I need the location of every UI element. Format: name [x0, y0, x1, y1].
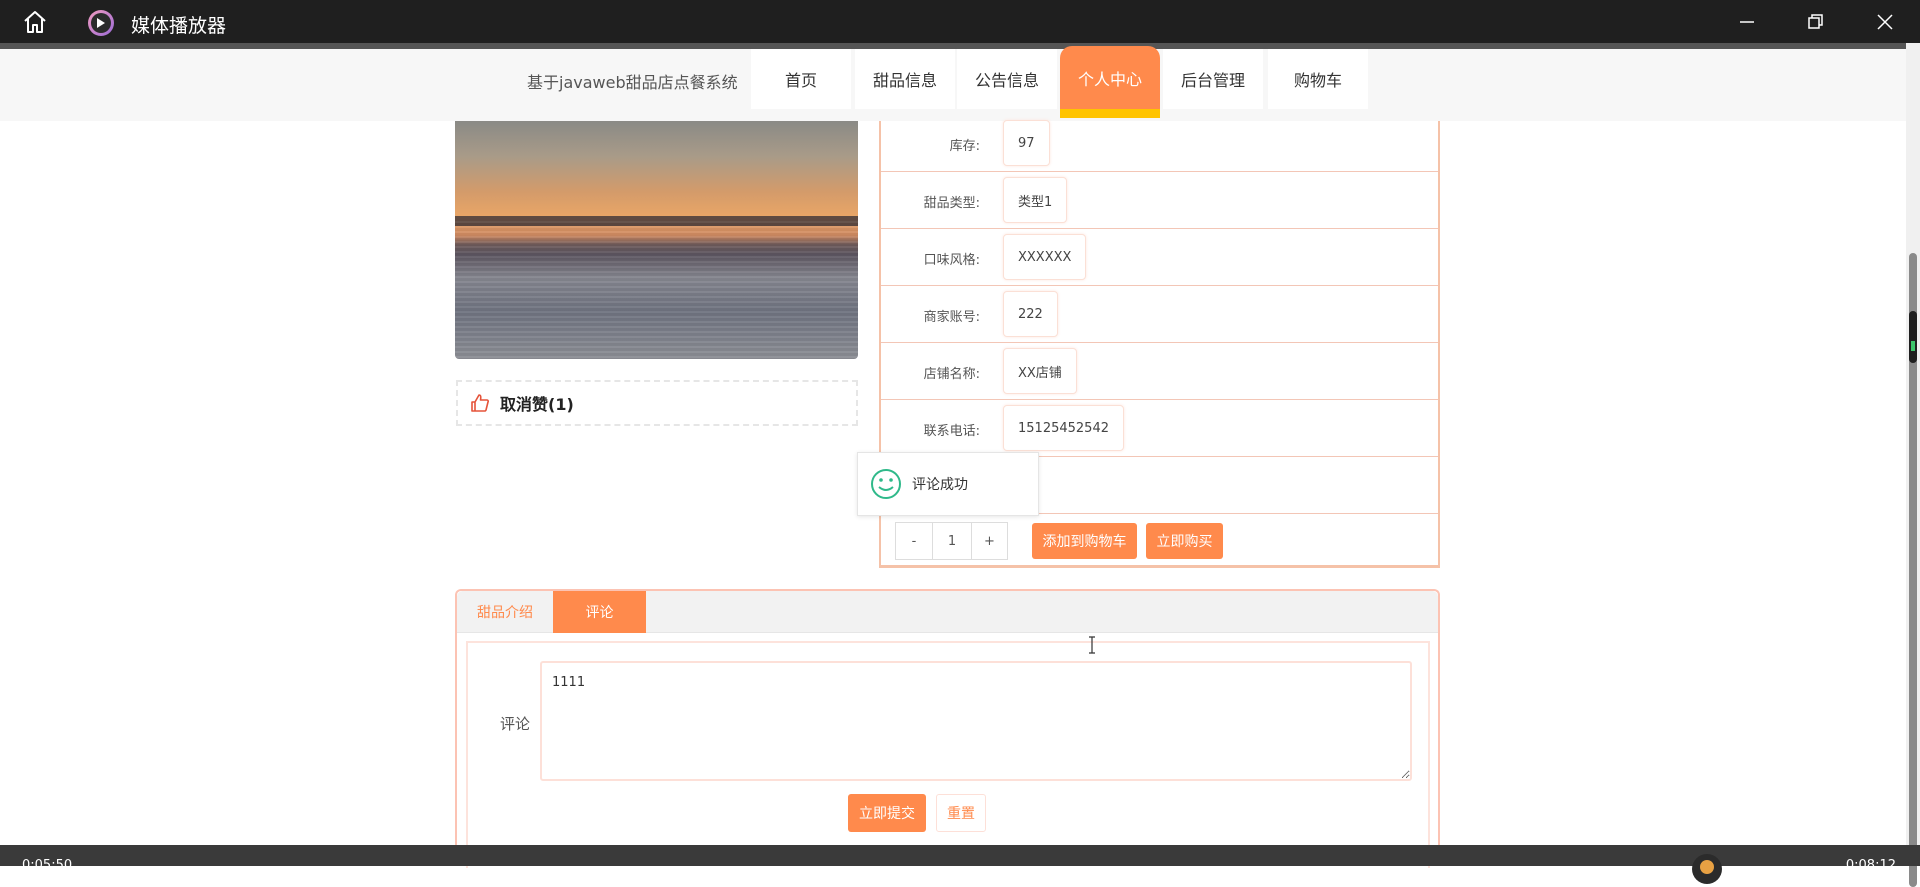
text-cursor-icon	[1089, 636, 1095, 654]
media-player-logo-icon	[88, 10, 114, 36]
comment-form: 评论 1111 立即提交 重置	[466, 641, 1430, 868]
tabs-bar: 甜品介绍 评论	[457, 591, 1438, 633]
info-row-merchant: 商家账号: 222	[881, 286, 1438, 343]
tab-comments[interactable]: 评论	[553, 591, 646, 633]
info-label: 甜品类型:	[923, 196, 980, 211]
quantity-input[interactable]: 1	[932, 522, 972, 560]
player-avatar-icon[interactable]	[1692, 854, 1722, 884]
info-value: 15125452542	[1003, 405, 1124, 451]
restore-icon[interactable]	[1803, 10, 1827, 34]
info-label: 店铺名称:	[923, 367, 980, 382]
info-label: 库存:	[949, 139, 980, 154]
quantity-decrement-button[interactable]: -	[895, 522, 933, 560]
info-value: 类型1	[1003, 177, 1068, 223]
info-row-stock: 库存: 97	[881, 115, 1438, 172]
site-title: 基于javaweb甜品店点餐系统	[527, 73, 738, 92]
info-value: 97	[1003, 120, 1050, 166]
nav-item-dessert-info[interactable]: 甜品信息	[855, 49, 955, 109]
add-to-cart-button[interactable]: 添加到购物车	[1032, 523, 1137, 559]
window-title: 媒体播放器	[131, 15, 227, 37]
nav-item-cart[interactable]: 购物车	[1268, 49, 1368, 109]
info-label: 商家账号:	[923, 310, 980, 325]
reset-button[interactable]: 重置	[936, 794, 986, 832]
info-value: XXXXXX	[1003, 234, 1087, 280]
detail-tabs-panel: 甜品介绍 评论 评论 1111 立即提交 重置	[455, 589, 1440, 868]
like-label: 取消赞(1)	[500, 395, 574, 414]
product-image	[455, 121, 858, 359]
info-value: 222	[1003, 291, 1058, 337]
success-toast: 评论成功	[857, 452, 1039, 516]
site-header: 基于javaweb甜品店点餐系统 首页 甜品信息 公告信息 个人中心 后台管理 …	[0, 46, 1906, 121]
info-row-shop-name: 店铺名称: XX店铺	[881, 343, 1438, 400]
smile-icon	[871, 469, 901, 499]
scrollbar-indicator	[1909, 311, 1917, 363]
page-scrollbar[interactable]	[1906, 43, 1920, 887]
info-label: 联系电话:	[923, 424, 980, 439]
like-toggle[interactable]: 取消赞(1)	[456, 380, 858, 426]
nav-item-home[interactable]: 首页	[751, 49, 851, 109]
close-icon[interactable]	[1873, 10, 1897, 34]
thumbs-up-icon	[471, 394, 489, 412]
info-value: XX店铺	[1003, 348, 1077, 394]
toast-message: 评论成功	[912, 477, 968, 493]
info-label: 口味风格:	[923, 253, 980, 268]
tab-dessert-intro[interactable]: 甜品介绍	[457, 591, 553, 633]
nav-item-personal-center[interactable]: 个人中心	[1060, 46, 1160, 118]
nav-item-announcements[interactable]: 公告信息	[957, 49, 1057, 109]
info-row-phone: 联系电话: 15125452542	[881, 400, 1438, 457]
quantity-increment-button[interactable]: +	[971, 522, 1008, 560]
comment-textarea[interactable]: 1111	[540, 661, 1412, 781]
buy-now-button[interactable]: 立即购买	[1146, 523, 1223, 559]
info-row-type: 甜品类型: 类型1	[881, 172, 1438, 229]
nav-item-admin[interactable]: 后台管理	[1163, 49, 1263, 109]
submit-button[interactable]: 立即提交	[848, 794, 926, 832]
player-bottom-bar: 0:05:50 0:08:12	[0, 845, 1920, 884]
home-icon[interactable]	[22, 10, 48, 34]
info-row-flavor: 口味风格: XXXXXX	[881, 229, 1438, 286]
minimize-icon[interactable]	[1735, 10, 1759, 34]
window-titlebar: 媒体播放器	[0, 0, 1920, 43]
comment-label: 评论	[500, 715, 531, 733]
